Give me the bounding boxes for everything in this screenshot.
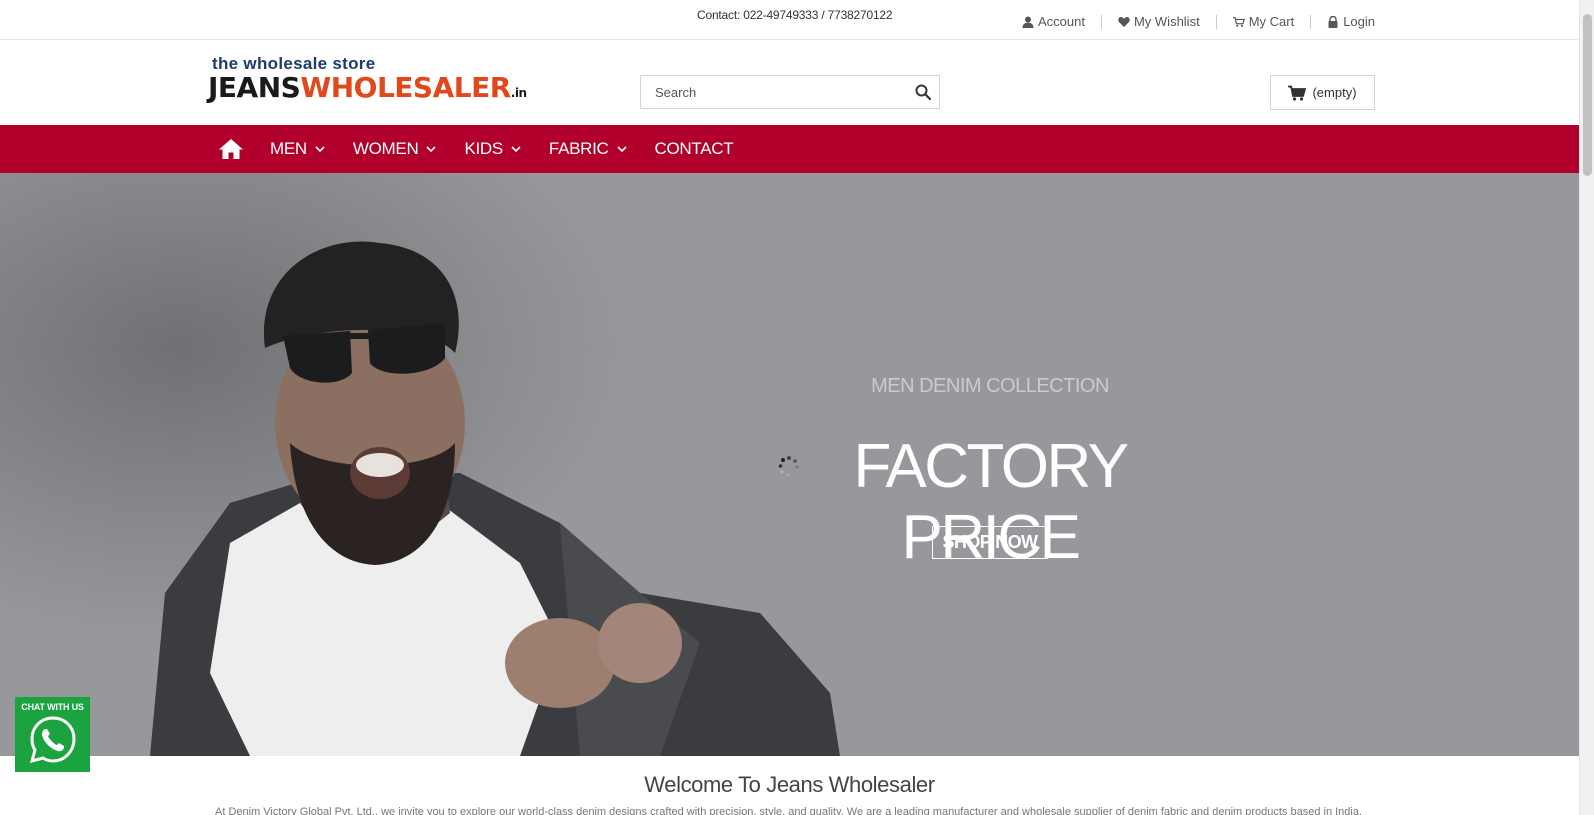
welcome-heading: Welcome To Jeans Wholesaler xyxy=(644,772,935,797)
main-nav: MEN WOMEN KIDS FABRIC CONTACT xyxy=(0,125,1579,173)
lock-icon xyxy=(1328,16,1338,28)
whatsapp-label: CHAT WITH US xyxy=(21,702,84,712)
account-link[interactable]: Account xyxy=(1006,15,1102,29)
logo-wordmark: JEANSWHOLESALER.in xyxy=(208,71,527,108)
site-logo[interactable]: the wholesale store JEANSWHOLESALER.in xyxy=(208,55,527,108)
nav-items: MEN WOMEN KIDS FABRIC CONTACT xyxy=(218,125,761,173)
scrollbar-thumb[interactable] xyxy=(1583,14,1592,176)
nav-item-label: KIDS xyxy=(464,139,503,158)
my-cart-label: My Cart xyxy=(1248,14,1295,29)
cart-icon xyxy=(1232,17,1245,27)
top-bar: Contact: 022-49749333 / 7738270122 Accou… xyxy=(0,0,1579,40)
nav-item-label: MEN xyxy=(270,139,307,158)
search-box xyxy=(640,75,940,109)
heart-icon xyxy=(1118,17,1130,27)
header: the wholesale store JEANSWHOLESALER.in (… xyxy=(0,41,1579,125)
page: Contact: 022-49749333 / 7738270122 Accou… xyxy=(0,0,1579,815)
nav-item-fabric[interactable]: FABRIC xyxy=(549,139,627,159)
shopping-cart-icon xyxy=(1288,85,1307,101)
search-icon[interactable] xyxy=(915,84,931,100)
vertical-scrollbar[interactable] xyxy=(1579,0,1594,815)
hero-banner: MEN DENIM COLLECTION FACTORY PRICE SHOP … xyxy=(0,173,1579,756)
account-label: Account xyxy=(1037,14,1085,29)
login-link[interactable]: Login xyxy=(1311,15,1375,29)
login-label: Login xyxy=(1343,14,1375,29)
cart-button[interactable]: (empty) xyxy=(1270,75,1375,110)
hero-subtitle: MEN DENIM COLLECTION xyxy=(871,375,1109,397)
logo-tld: .in xyxy=(510,86,527,100)
user-icon xyxy=(1022,16,1034,28)
my-cart-link[interactable]: My Cart xyxy=(1217,15,1312,29)
chevron-down-icon xyxy=(616,145,627,152)
whatsapp-chat-button[interactable]: CHAT WITH US xyxy=(15,697,90,772)
cart-status: (empty) xyxy=(1312,85,1357,100)
search-input[interactable] xyxy=(641,76,891,108)
logo-jeans: JEANS xyxy=(208,71,301,104)
top-links: Account My Wishlist My Cart Login xyxy=(1006,15,1375,29)
nav-item-label: WOMEN xyxy=(352,139,419,158)
home-icon[interactable] xyxy=(218,138,244,160)
chevron-down-icon xyxy=(426,145,437,152)
logo-wholesaler: WHOLESALER xyxy=(300,71,511,104)
nav-item-label: CONTACT xyxy=(654,139,734,158)
shop-now-button[interactable]: SHOP NOW xyxy=(932,526,1048,559)
contact-info: Contact: 022-49749333 / 7738270122 xyxy=(697,8,893,22)
nav-item-label: FABRIC xyxy=(548,139,609,158)
nav-item-men[interactable]: MEN xyxy=(270,139,325,159)
welcome-text: At Denim Victory Global Pvt. Ltd., we in… xyxy=(215,806,1365,815)
nav-item-contact[interactable]: CONTACT xyxy=(655,139,734,159)
wishlist-link[interactable]: My Wishlist xyxy=(1102,15,1217,29)
nav-item-kids[interactable]: KIDS xyxy=(464,139,521,159)
hero-model-image xyxy=(0,173,900,756)
wishlist-label: My Wishlist xyxy=(1133,14,1200,29)
nav-item-women[interactable]: WOMEN xyxy=(353,139,437,159)
chevron-down-icon xyxy=(315,145,325,152)
chevron-down-icon xyxy=(511,145,521,152)
whatsapp-icon xyxy=(29,716,76,764)
